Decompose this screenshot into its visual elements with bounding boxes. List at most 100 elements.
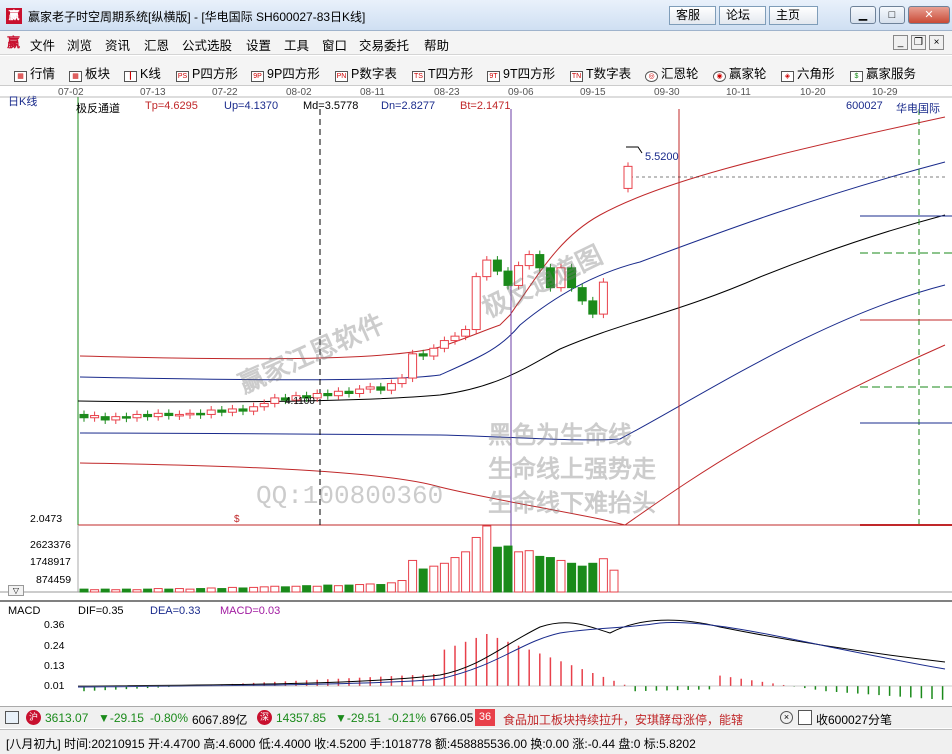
- candle: [623, 165, 633, 189]
- toolbar-t-table[interactable]: TN T数字表: [570, 63, 631, 82]
- sh-index-icon[interactable]: 沪: [26, 710, 41, 725]
- macd-axis-label: 0.36: [44, 619, 65, 631]
- mdi-close-icon[interactable]: ×: [929, 35, 944, 50]
- candle: [111, 416, 121, 421]
- mdi-restore-icon[interactable]: ❐: [911, 35, 926, 50]
- maximize-icon[interactable]: □: [879, 6, 905, 24]
- homepage-button[interactable]: 主页: [769, 6, 818, 25]
- candle: [249, 406, 259, 412]
- toolbar-t-square[interactable]: TS T四方形: [412, 63, 473, 82]
- indicator-md: Md=3.5778: [303, 100, 359, 112]
- channel-bt-rise-line: [624, 344, 946, 526]
- volume-bar: [418, 568, 428, 593]
- toolbar-hexagon[interactable]: ◈ 六角形: [781, 63, 835, 82]
- kline-chart[interactable]: [0, 87, 952, 705]
- volume-bar: [577, 565, 587, 593]
- volume-bar: [185, 588, 195, 593]
- ps-icon: PS: [176, 71, 189, 82]
- volume-bar: [397, 580, 407, 593]
- toolbar-label: P数字表: [351, 67, 397, 81]
- pn-icon: PN: [335, 71, 348, 82]
- chart-area[interactable]: 07-02 07-13 07-22 08-02 08-11 08-23 09-0…: [0, 87, 952, 705]
- toolbar-label: 9T四方形: [503, 67, 556, 81]
- toolbar-p-table[interactable]: PN P数字表: [335, 63, 397, 82]
- toolbar-9p-square[interactable]: 9P 9P四方形: [251, 63, 320, 82]
- sh-index-change: ▼-29.15: [98, 711, 144, 725]
- volume-bar: [206, 587, 216, 593]
- close-ticker-icon[interactable]: ×: [780, 711, 793, 724]
- news-badge[interactable]: 36: [475, 709, 495, 726]
- toolbar-quotes[interactable]: ▦ 行情: [14, 63, 55, 82]
- sh-index-pct: -0.80%: [150, 711, 189, 725]
- toolbar-sectors[interactable]: ▦ 板块: [69, 63, 110, 82]
- candle: [598, 281, 608, 315]
- timeline-label: 10-20: [800, 87, 826, 98]
- candle: [227, 408, 237, 413]
- indicator-name[interactable]: 极反通道: [76, 100, 120, 116]
- volume-axis-label: 1748917: [30, 556, 71, 568]
- volume-axis-label: 2623376: [30, 539, 71, 551]
- menu-window[interactable]: 窗口: [322, 35, 347, 54]
- indicator-bt: Bt=2.1471: [460, 100, 511, 112]
- scroll-down-icon[interactable]: ▽: [8, 585, 24, 596]
- ticks-icon[interactable]: [798, 710, 812, 725]
- price-axis-low: 2.0473: [30, 513, 63, 525]
- volume-bar: [238, 587, 248, 593]
- candle: [439, 340, 449, 349]
- volume-bar: [333, 585, 343, 593]
- menu-help[interactable]: 帮助: [424, 35, 449, 54]
- sz-index-icon[interactable]: 深: [257, 710, 272, 725]
- menu-browse[interactable]: 浏览: [67, 35, 92, 54]
- toolbar-kline[interactable]: ┃ K线: [124, 63, 161, 82]
- forum-button[interactable]: 论坛: [719, 6, 766, 25]
- mdi-minimize-icon[interactable]: _: [893, 35, 908, 50]
- macd-axis-label: 0.24: [44, 640, 65, 652]
- toolbar-p-square[interactable]: PS P四方形: [176, 63, 238, 82]
- candle: [196, 412, 206, 416]
- window-title: 赢家老子时空周期系统[纵横版] - [华电国际 SH600027-83日K线]: [28, 10, 366, 24]
- candle: [153, 412, 163, 418]
- volume-bar: [535, 555, 545, 593]
- menu-formula-picker[interactable]: 公式选股: [182, 35, 232, 54]
- candle: [461, 329, 471, 337]
- toolbar-label: 行情: [30, 67, 56, 81]
- menu-file[interactable]: 文件: [30, 35, 55, 54]
- news-ticker[interactable]: 食品加工板块持续拉升，安琪酵母涨停，能辖: [503, 711, 743, 728]
- grid-icon: ▦: [14, 71, 27, 82]
- toolbar-9t-square[interactable]: 9T 9T四方形: [487, 63, 555, 82]
- sz-index-pct: -0.21%: [388, 711, 427, 725]
- chart-icon[interactable]: [5, 711, 19, 724]
- menu-trade[interactable]: 交易委托: [359, 35, 409, 54]
- volume-bar: [259, 586, 269, 593]
- volume-bar: [439, 562, 449, 593]
- macd-dif: DIF=0.35: [78, 605, 124, 617]
- sh-index-value: 3613.07: [45, 711, 89, 725]
- menu-info[interactable]: 资讯: [105, 35, 130, 54]
- 9t-icon: 9T: [487, 71, 500, 82]
- candle: [482, 259, 492, 278]
- candle: [577, 287, 587, 302]
- close-icon[interactable]: ✕: [908, 6, 950, 24]
- dea-line: [77, 622, 946, 688]
- volume-bar: [545, 557, 555, 593]
- timeline-label: 08-11: [360, 87, 385, 98]
- period-label[interactable]: 日K线: [8, 93, 37, 109]
- candle: [492, 259, 502, 272]
- toolbar-huien-wheel[interactable]: ◎ 汇恩轮: [645, 63, 699, 82]
- toolbar-service[interactable]: $ 赢家服务: [850, 63, 916, 82]
- toolbar-winner-wheel[interactable]: ◉ 赢家轮: [713, 63, 767, 82]
- volume-bar: [249, 586, 259, 593]
- menu-settings[interactable]: 设置: [246, 35, 271, 54]
- macd-title[interactable]: MACD: [8, 605, 40, 617]
- toolbar-label: 汇恩轮: [661, 67, 699, 81]
- support-button[interactable]: 客服: [669, 6, 716, 25]
- volume-bar: [450, 557, 460, 593]
- indicator-up: Up=4.1370: [224, 100, 279, 112]
- ticks-link[interactable]: 收600027分笔: [816, 711, 892, 728]
- minimize-icon[interactable]: ▁: [850, 6, 876, 24]
- menu-huien[interactable]: 汇恩: [144, 35, 169, 54]
- volume-bar: [492, 546, 502, 593]
- menu-tools[interactable]: 工具: [284, 35, 309, 54]
- volume-bar: [143, 588, 153, 593]
- toolbar-label: T数字表: [586, 67, 632, 81]
